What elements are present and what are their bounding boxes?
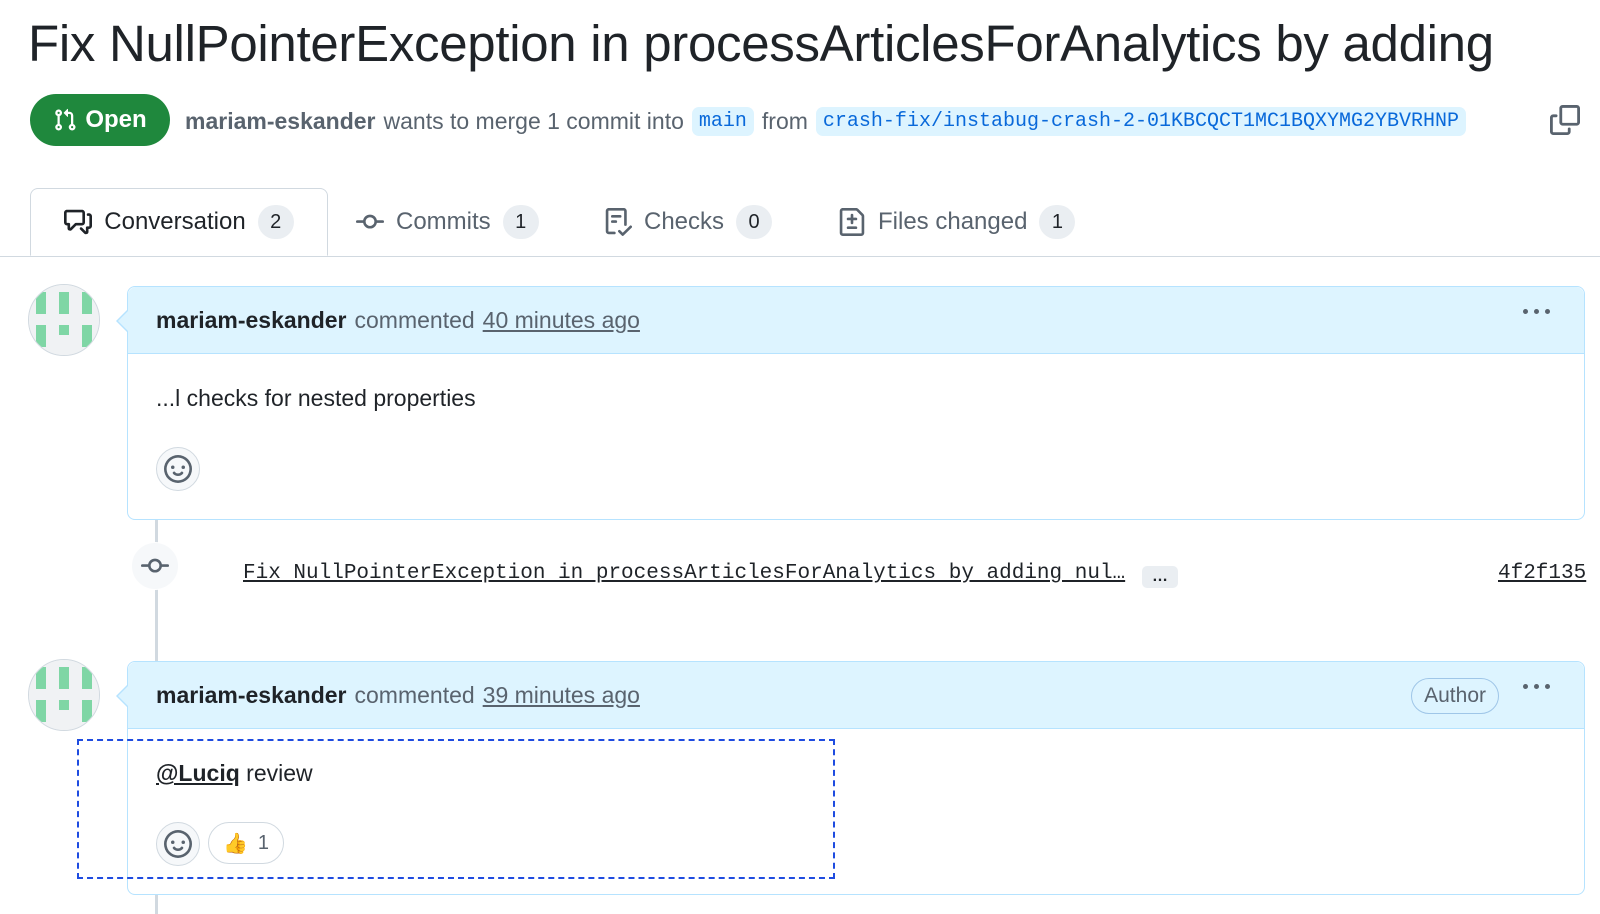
file-diff-icon — [839, 208, 865, 236]
pr-tabs: Conversation 2 Commits 1 Checks 0 Files … — [0, 188, 1600, 257]
git-commit-icon — [356, 214, 384, 229]
pr-state-label: Open — [85, 106, 147, 133]
git-pull-request-icon — [55, 108, 76, 131]
add-reaction-button[interactable] — [156, 822, 200, 866]
comment-caret — [116, 309, 129, 333]
comment-author[interactable]: mariam-eskander — [156, 307, 347, 334]
smiley-icon — [164, 455, 192, 483]
git-commit-icon — [141, 558, 169, 573]
checklist-icon — [605, 208, 632, 236]
identicon-avatar-icon — [29, 285, 99, 355]
avatar[interactable] — [28, 284, 100, 356]
merge-summary: mariam-eskander wants to merge 1 commit … — [185, 100, 1467, 142]
tab-checks[interactable]: Checks 0 — [604, 188, 773, 256]
comment-discussion-icon — [64, 209, 93, 235]
commit-message-link[interactable]: Fix NullPointerException in processArtic… — [243, 562, 1125, 585]
comment-caret — [116, 684, 129, 708]
from-text: from — [761, 107, 808, 134]
comment-body: @Luciq review — [156, 760, 313, 787]
pr-title: Fix NullPointerException in processArtic… — [28, 15, 1494, 72]
tab-checks-count: 0 — [736, 205, 773, 239]
tab-commits[interactable]: Commits 1 — [356, 188, 539, 256]
comment-timestamp[interactable]: 39 minutes ago — [483, 682, 640, 709]
comment-body: ...l checks for nested properties — [156, 385, 476, 411]
thumbs-up-reaction-button[interactable]: 👍 1 — [208, 822, 285, 864]
comment-author[interactable]: mariam-eskander — [156, 682, 347, 709]
comment-body-text: review — [239, 760, 313, 786]
add-reaction-button[interactable] — [156, 447, 200, 491]
comment-action: commented — [354, 306, 475, 333]
avatar[interactable] — [28, 659, 100, 731]
author-badge: Author — [1411, 678, 1499, 714]
tab-commits-count: 1 — [502, 205, 539, 239]
comment-timestamp[interactable]: 40 minutes ago — [483, 307, 640, 334]
tab-files-changed[interactable]: Files changed 1 — [838, 188, 1076, 256]
tab-conversation[interactable]: Conversation 2 — [30, 188, 328, 256]
tab-files-changed-label: Files changed — [878, 208, 1028, 235]
merge-text: wants to merge 1 commit into — [383, 107, 684, 134]
commit-node — [131, 542, 179, 590]
pr-author-link[interactable]: mariam-eskander — [185, 108, 376, 135]
kebab-menu-icon[interactable] — [1523, 309, 1550, 314]
comment-box: mariam-eskander commented 40 minutes ago… — [116, 286, 1585, 520]
base-branch[interactable]: main — [691, 106, 754, 136]
comment-action: commented — [354, 681, 475, 708]
tab-checks-label: Checks — [644, 208, 725, 235]
identicon-avatar-icon — [29, 660, 99, 730]
tab-conversation-count: 2 — [257, 205, 294, 239]
tab-conversation-label: Conversation — [104, 208, 246, 235]
kebab-menu-icon[interactable] — [1523, 684, 1550, 689]
commit-expand-button[interactable]: … — [1142, 566, 1178, 588]
reaction-count: 1 — [257, 831, 270, 854]
head-branch[interactable]: crash-fix/instabug-crash-2-01KBCQCT1MC1B… — [815, 106, 1467, 136]
user-mention-link[interactable]: @Luciq — [156, 760, 240, 786]
copy-icon[interactable] — [1550, 105, 1580, 135]
comment-header: mariam-eskander commented 39 minutes ago… — [116, 662, 1584, 729]
tab-commits-label: Commits — [396, 208, 491, 235]
pr-state-badge: Open — [30, 94, 170, 146]
thumbs-up-icon: 👍 — [223, 832, 248, 855]
comment-header: mariam-eskander commented 40 minutes ago — [116, 287, 1584, 354]
comment-box: mariam-eskander commented 39 minutes ago… — [116, 661, 1585, 895]
commit-sha-link[interactable]: 4f2f135 — [1498, 562, 1586, 585]
tab-files-changed-count: 1 — [1039, 205, 1076, 239]
smiley-icon — [164, 830, 192, 858]
